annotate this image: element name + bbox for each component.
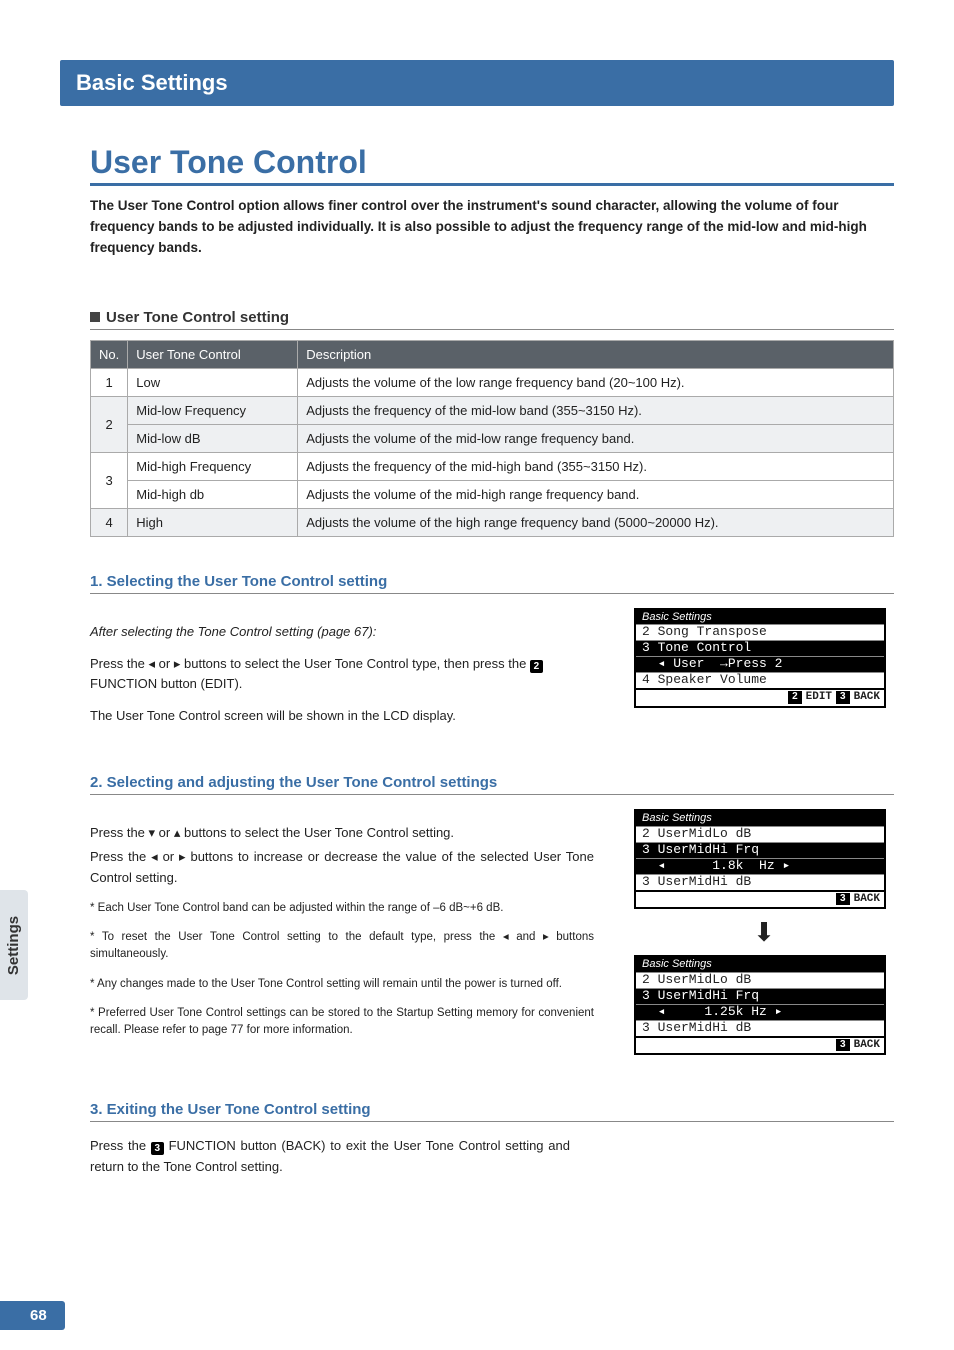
- bullet-square-icon: [90, 312, 100, 322]
- step2-p2: Press the ◂ or ▸ buttons to increase or …: [90, 847, 594, 887]
- subhead-table: User Tone Control setting: [90, 309, 894, 330]
- lcd-screen-1: Basic Settings 2 Song Transpose 3 Tone C…: [634, 608, 886, 708]
- step1-preface: After selecting the Tone Control setting…: [90, 624, 376, 639]
- lcd-btn-back-num: 3: [836, 691, 850, 704]
- step2-p1: Press the ▾ or ▴ buttons to select the U…: [90, 823, 594, 843]
- section-header: Basic Settings: [60, 60, 894, 106]
- table-row: Mid-high db Adjusts the volume of the mi…: [91, 480, 894, 508]
- lcd-screen-2b: Basic Settings 2 UserMidLo dB 3 UserMidH…: [634, 955, 886, 1055]
- side-tab-label: Settings: [6, 915, 23, 974]
- table-row: Mid-low dB Adjusts the volume of the mid…: [91, 424, 894, 452]
- step1-p2: The User Tone Control screen will be sho…: [90, 706, 594, 726]
- step2-note: * Preferred User Tone Control settings c…: [90, 1005, 594, 1040]
- th-utc: User Tone Control: [128, 340, 298, 368]
- lcd-btn-back: BACK: [854, 893, 880, 906]
- table-row: 4 High Adjusts the volume of the high ra…: [91, 508, 894, 536]
- th-desc: Description: [298, 340, 894, 368]
- function-2-icon: 2: [530, 660, 543, 673]
- subhead-step3: 3. Exiting the User Tone Control setting: [90, 1101, 894, 1122]
- side-tab: Settings: [0, 890, 28, 1000]
- step1-p1: Press the ◂ or ▸ buttons to select the U…: [90, 654, 594, 694]
- lcd-btn-back: BACK: [854, 1039, 880, 1052]
- step2-note: * Each User Tone Control band can be adj…: [90, 900, 594, 917]
- intro-paragraph: The User Tone Control option allows fine…: [90, 196, 894, 259]
- subhead-table-text: User Tone Control setting: [106, 309, 289, 326]
- table-row: 1 Low Adjusts the volume of the low rang…: [91, 368, 894, 396]
- lcd-screen-2a: Basic Settings 2 UserMidLo dB 3 UserMidH…: [634, 809, 886, 909]
- step3-p1: Press the 3 FUNCTION button (BACK) to ex…: [90, 1136, 570, 1176]
- lcd-btn-back-num: 3: [836, 1039, 850, 1052]
- subhead-step2: 2. Selecting and adjusting the User Tone…: [90, 774, 894, 795]
- lcd-btn-edit-num: 2: [788, 691, 802, 704]
- function-3-icon: 3: [151, 1142, 164, 1155]
- step2-note: * Any changes made to the User Tone Cont…: [90, 976, 594, 993]
- down-big-arrow-icon: ⬇: [634, 919, 894, 945]
- page-number: 68: [0, 1301, 65, 1330]
- step2-note: * To reset the User Tone Control setting…: [90, 929, 594, 964]
- lcd-btn-edit: EDIT: [806, 691, 832, 704]
- user-tone-control-table: No. User Tone Control Description 1 Low …: [90, 340, 894, 537]
- table-row: 3 Mid-high Frequency Adjusts the frequen…: [91, 452, 894, 480]
- lcd-btn-back-num: 3: [836, 893, 850, 906]
- th-no: No.: [91, 340, 128, 368]
- subhead-step1: 1. Selecting the User Tone Control setti…: [90, 573, 894, 594]
- lcd-btn-back: BACK: [854, 691, 880, 704]
- table-row: 2 Mid-low Frequency Adjusts the frequenc…: [91, 396, 894, 424]
- page-title: User Tone Control: [90, 144, 894, 186]
